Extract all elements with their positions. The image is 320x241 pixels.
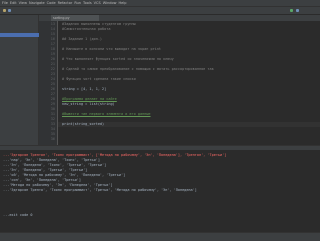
- console-line: ...'Эдгарсон Тренто', 'Тхонс программист…: [3, 188, 197, 192]
- code-line: # Функция sort сделана такие списки: [62, 77, 136, 81]
- menu-item-code[interactable]: Code: [47, 0, 56, 6]
- project-tree-item[interactable]: [2, 38, 36, 42]
- code-line: new_string = list(string): [62, 102, 115, 106]
- project-tree-item[interactable]: [2, 28, 36, 32]
- menu-item-navigate[interactable]: Navigate: [29, 0, 45, 6]
- code-editor[interactable]: #Задания выполнены студентом группы #Само…: [58, 21, 320, 145]
- menu-item-refactor[interactable]: Refactor: [58, 0, 73, 6]
- project-panel: [0, 15, 40, 145]
- menu-item-window[interactable]: Window: [103, 0, 117, 6]
- code-line: string = [4, 1, 1, 2]: [62, 87, 107, 91]
- code-line: ## Задание 1 (доп.): [62, 37, 103, 41]
- code-line: # Сделай то самое преобразование с помощ…: [62, 67, 214, 71]
- toolbar: [0, 7, 320, 15]
- menu-item-run[interactable]: Run: [74, 0, 81, 6]
- project-tree-item[interactable]: [2, 43, 36, 47]
- menu-item-file[interactable]: File: [2, 0, 8, 6]
- menu-item-edit[interactable]: Edit: [10, 0, 17, 6]
- run-console[interactable]: ...'Эдгарсон Трентол', 'Тхонс программис…: [0, 150, 320, 232]
- code-line: # Напишите в консоли что выводит на экра…: [62, 47, 162, 51]
- save-icon[interactable]: [8, 9, 11, 12]
- menu-item-view[interactable]: View: [19, 0, 27, 6]
- project-tree-item[interactable]: [2, 48, 36, 52]
- code-line: #Самостоятельная работа: [62, 27, 111, 31]
- line-number-gutter: 13 14 15 16 17 18 19 20 21 22 23 24 25 26 27 28 29 30 31 32…: [39, 21, 58, 145]
- debug-icon[interactable]: [296, 9, 299, 12]
- folder-icon[interactable]: [3, 9, 6, 12]
- code-line: print(string_sorted): [58, 122, 320, 127]
- line-number: 36: [50, 137, 55, 141]
- project-tree-item[interactable]: [2, 23, 36, 27]
- console-line: ...exit code 0: [3, 213, 33, 217]
- project-tree-item[interactable]: [2, 18, 36, 22]
- project-tree-item[interactable]: [0, 33, 40, 37]
- code-line: # Что выполняет функция sorted со значен…: [62, 57, 174, 61]
- menu-item-tools[interactable]: Tools: [83, 0, 92, 6]
- run-icon[interactable]: [290, 9, 293, 12]
- menu-item-help[interactable]: Help: [119, 0, 127, 6]
- menu-item-vcs[interactable]: VCS: [94, 0, 101, 6]
- code-line: #Вывести тип первого элемента и его данн…: [62, 112, 151, 116]
- menu-bar: File Edit View Navigate Code Refactor Run Tools…: [0, 0, 320, 7]
